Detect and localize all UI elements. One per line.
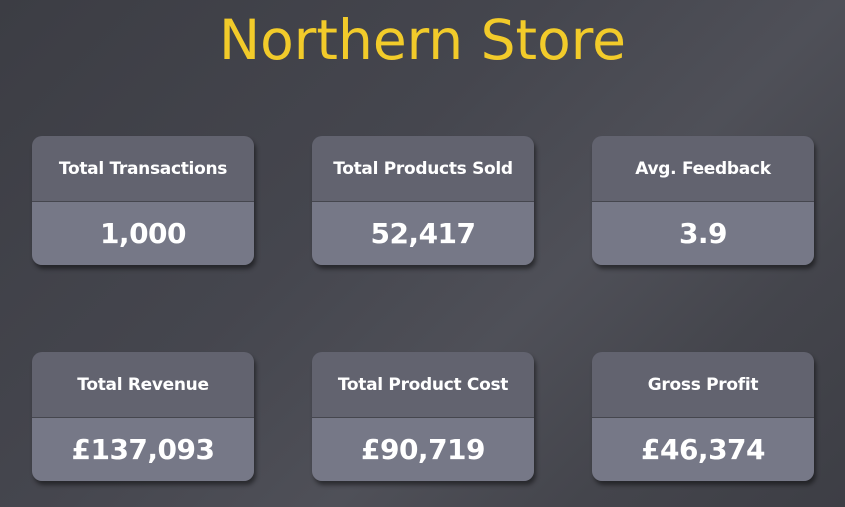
card-total-revenue: Total Revenue £137,093	[32, 352, 254, 481]
card-label: Total Revenue	[32, 352, 254, 418]
card-total-products-sold: Total Products Sold 52,417	[312, 136, 534, 265]
page-title: Northern Store	[218, 8, 627, 72]
card-label: Gross Profit	[592, 352, 814, 418]
card-value: £137,093	[32, 418, 254, 481]
card-value: £46,374	[592, 418, 814, 481]
card-value: 1,000	[32, 202, 254, 265]
card-total-transactions: Total Transactions 1,000	[32, 136, 254, 265]
card-total-product-cost: Total Product Cost £90,719	[312, 352, 534, 481]
card-label: Total Transactions	[32, 136, 254, 202]
card-value: 3.9	[592, 202, 814, 265]
card-label: Avg. Feedback	[592, 136, 814, 202]
card-value: £90,719	[312, 418, 534, 481]
card-value: 52,417	[312, 202, 534, 265]
card-gross-profit: Gross Profit £46,374	[592, 352, 814, 481]
card-avg-feedback: Avg. Feedback 3.9	[592, 136, 814, 265]
card-label: Total Product Cost	[312, 352, 534, 418]
card-label: Total Products Sold	[312, 136, 534, 202]
